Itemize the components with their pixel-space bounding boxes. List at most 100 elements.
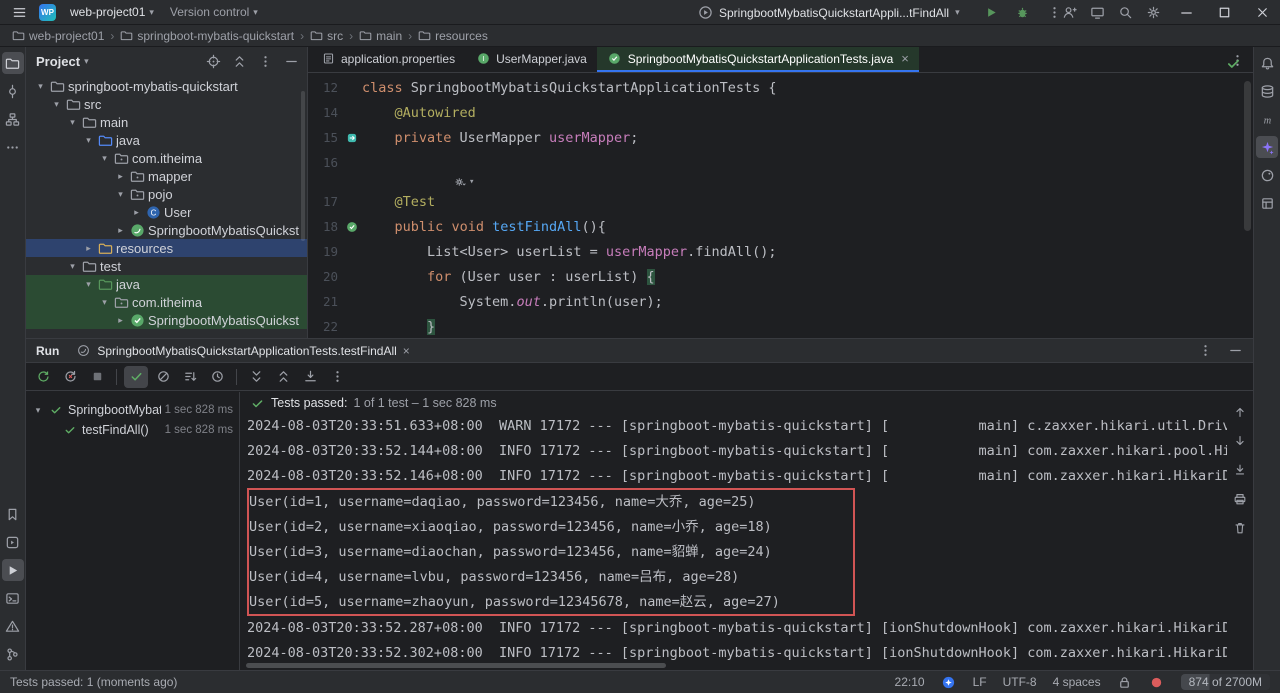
more-v-icon[interactable] bbox=[257, 53, 273, 69]
project-tree-item[interactable]: ▾main bbox=[26, 113, 307, 131]
chevron-down-icon[interactable]: ▾ bbox=[34, 81, 47, 92]
commit-tool-button[interactable] bbox=[2, 80, 24, 102]
run-panel-title[interactable]: Run bbox=[36, 344, 59, 358]
project-tree-item[interactable]: ▾src bbox=[26, 95, 307, 113]
stop-button[interactable] bbox=[85, 366, 109, 388]
chevron-down-icon[interactable]: ▾ bbox=[32, 405, 44, 416]
status-message[interactable]: Tests passed: 1 (moments ago) bbox=[10, 675, 177, 689]
inspections-ok-icon[interactable] bbox=[1225, 55, 1241, 71]
close-button[interactable] bbox=[1244, 0, 1280, 25]
console-line[interactable]: 2024-08-03T20:33:52.287+08:00 INFO 17172… bbox=[247, 616, 1227, 641]
code-line[interactable]: 18 public void testFindAll(){ bbox=[308, 214, 1253, 239]
more-v-button[interactable] bbox=[325, 366, 349, 388]
chevron-down-icon[interactable]: ▾ bbox=[50, 99, 63, 110]
chevron-down-icon[interactable]: ▾ bbox=[955, 7, 960, 18]
run-console[interactable]: 2024-08-03T20:33:51.633+08:00 WARN 17172… bbox=[241, 414, 1227, 664]
console-horizontal-scrollbar[interactable] bbox=[246, 663, 666, 668]
problems-tool-button[interactable] bbox=[2, 615, 24, 637]
editor-tab[interactable]: IUserMapper.java bbox=[465, 47, 597, 72]
chevron-down-icon[interactable]: ▾ bbox=[82, 135, 95, 146]
hide-icon[interactable] bbox=[283, 53, 299, 69]
chevron-right-icon[interactable]: ▸ bbox=[114, 315, 127, 326]
structure-tool-button[interactable] bbox=[2, 108, 24, 130]
project-tree-item[interactable]: ▸SpringbootMybatisQuickst bbox=[26, 221, 307, 239]
console-line[interactable]: 2024-08-03T20:33:51.633+08:00 WARN 17172… bbox=[247, 414, 1227, 439]
collapse-all-button[interactable] bbox=[271, 366, 295, 388]
code-line[interactable]: 19 List<User> userList = userMapper.find… bbox=[308, 239, 1253, 264]
breadcrumb-item[interactable]: src bbox=[308, 29, 345, 43]
main-menu-button[interactable] bbox=[6, 1, 32, 24]
maximize-button[interactable] bbox=[1206, 0, 1242, 25]
code-line[interactable]: 15 private UserMapper userMapper; bbox=[308, 125, 1253, 150]
code-line[interactable]: 17 @Test bbox=[308, 189, 1253, 214]
project-selector[interactable]: web-project01▾ bbox=[63, 3, 161, 21]
project-panel-title[interactable]: Project bbox=[36, 54, 80, 69]
rerun-failed-button[interactable] bbox=[58, 366, 82, 388]
chevron-down-icon[interactable]: ▾ bbox=[84, 56, 89, 67]
sort-alpha-button[interactable] bbox=[178, 366, 202, 388]
console-line[interactable]: 2024-08-03T20:33:52.144+08:00 INFO 17172… bbox=[247, 439, 1227, 464]
chevron-down-icon[interactable]: ▾ bbox=[114, 189, 127, 200]
breadcrumb-item[interactable]: resources bbox=[416, 29, 490, 43]
collapse-all-icon[interactable] bbox=[231, 53, 247, 69]
code-line[interactable]: 14 @Autowired bbox=[308, 100, 1253, 125]
editor-scrollbar[interactable] bbox=[1244, 81, 1251, 231]
scroll-down-button[interactable] bbox=[1232, 433, 1248, 451]
locate-icon[interactable] bbox=[205, 53, 221, 69]
bookmarks-tool-button[interactable] bbox=[2, 503, 24, 525]
minimize-button[interactable] bbox=[1168, 0, 1204, 25]
chevron-down-icon[interactable]: ▾ bbox=[98, 153, 111, 164]
show-passed-button[interactable] bbox=[124, 366, 148, 388]
console-line[interactable]: User(id=2, username=xiaoqiao, password=1… bbox=[249, 515, 853, 540]
sort-duration-button[interactable] bbox=[205, 366, 229, 388]
code-editor[interactable]: 12class SpringbootMybatisQuickstartAppli… bbox=[308, 73, 1253, 338]
project-scrollbar[interactable] bbox=[301, 91, 305, 241]
project-tree-item[interactable]: ▸mapper bbox=[26, 167, 307, 185]
console-line[interactable]: User(id=4, username=lvbu, password=12345… bbox=[249, 565, 853, 590]
code-line[interactable]: 12class SpringbootMybatisQuickstartAppli… bbox=[308, 75, 1253, 100]
breadcrumb-item[interactable]: springboot-mybatis-quickstart bbox=[118, 29, 296, 43]
console-line[interactable]: User(id=1, username=daqiao, password=123… bbox=[249, 490, 853, 515]
settings-button[interactable] bbox=[1140, 1, 1166, 24]
code-line[interactable]: 20 for (User user : userList) { bbox=[308, 264, 1253, 289]
dependencies-tool-button[interactable] bbox=[1256, 192, 1278, 214]
close-tab-icon[interactable]: × bbox=[901, 52, 909, 65]
intention-actions-widget[interactable]: ▾ bbox=[452, 174, 474, 190]
more-tools-tool-button[interactable] bbox=[2, 136, 24, 158]
print-button[interactable] bbox=[1232, 491, 1248, 509]
indent-widget[interactable]: 4 spaces bbox=[1053, 675, 1101, 689]
code-line[interactable]: 16 bbox=[308, 150, 1253, 175]
import-results-button[interactable] bbox=[298, 366, 322, 388]
encoding-widget[interactable]: UTF-8 bbox=[1003, 675, 1037, 689]
run-config-selector[interactable]: SpringbootMybatisQuickstartAppli...tFind… bbox=[719, 6, 949, 20]
show-ignored-button[interactable] bbox=[151, 366, 175, 388]
close-run-tab-icon[interactable]: × bbox=[403, 344, 410, 358]
console-line[interactable]: User(id=5, username=zhaoyun, password=12… bbox=[249, 590, 853, 615]
error-indicator-icon[interactable] bbox=[1149, 674, 1165, 690]
expand-all-button[interactable] bbox=[244, 366, 268, 388]
lock-icon[interactable] bbox=[1117, 674, 1133, 690]
more-options-icon[interactable] bbox=[1197, 343, 1213, 359]
terminal-tool-button[interactable] bbox=[2, 587, 24, 609]
editor-tab[interactable]: SpringbootMybatisQuickstartApplicationTe… bbox=[597, 47, 919, 72]
version-control-tool-button[interactable] bbox=[2, 643, 24, 665]
gradle-tool-button[interactable] bbox=[1256, 164, 1278, 186]
chevron-down-icon[interactable]: ▾ bbox=[82, 279, 95, 290]
database-tool-button[interactable] bbox=[1256, 80, 1278, 102]
remote-dev-button[interactable] bbox=[1084, 1, 1110, 24]
project-tree-item[interactable]: ▾springboot-mybatis-quickstart bbox=[26, 77, 307, 95]
chevron-right-icon[interactable]: ▸ bbox=[130, 207, 143, 218]
clear-button[interactable] bbox=[1232, 520, 1248, 538]
console-line[interactable]: 2024-08-03T20:33:52.302+08:00 INFO 17172… bbox=[247, 641, 1227, 664]
project-tree-item[interactable]: ▾com.itheima bbox=[26, 293, 307, 311]
chevron-right-icon[interactable]: ▸ bbox=[82, 243, 95, 254]
debug-button[interactable] bbox=[1010, 1, 1036, 24]
project-tree-item[interactable]: ▾pojo bbox=[26, 185, 307, 203]
run-tool-button[interactable] bbox=[2, 559, 24, 581]
scroll-up-button[interactable] bbox=[1232, 404, 1248, 422]
chevron-right-icon[interactable]: ▸ bbox=[114, 171, 127, 182]
code-line[interactable]: 22 } bbox=[308, 314, 1253, 338]
project-tree-item[interactable]: ▸SpringbootMybatisQuickst bbox=[26, 311, 307, 329]
project-tree-item[interactable]: ▾java bbox=[26, 131, 307, 149]
console-line[interactable]: 2024-08-03T20:33:52.146+08:00 INFO 17172… bbox=[247, 464, 1227, 489]
